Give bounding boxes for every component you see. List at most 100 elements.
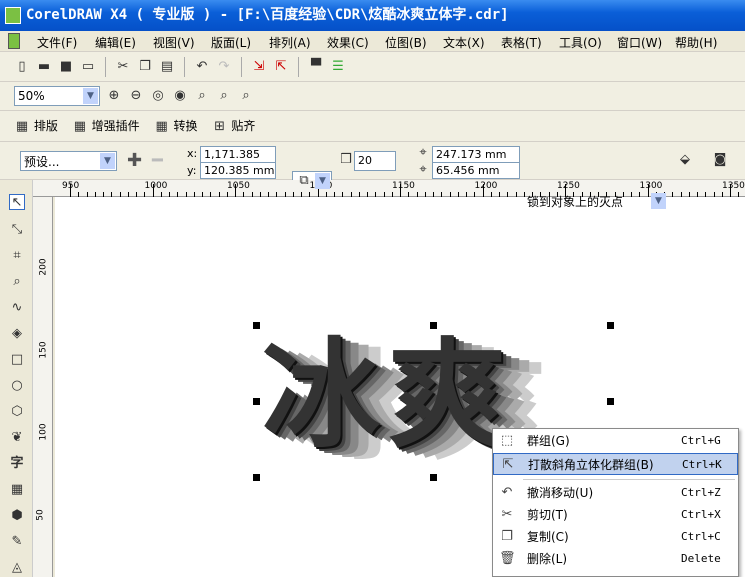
options-icon[interactable]: ☰ [330,59,346,75]
selection-handle[interactable] [253,474,260,481]
zoom-out-icon[interactable]: ⊖ [128,88,144,104]
scissors-icon: ✂ [501,507,513,522]
add-preset-icon[interactable]: ✚ [127,150,142,171]
ellipse-tool-icon[interactable]: ○ [9,378,25,394]
toolbox: ↖ ⤡ ⌗ ⌕ ∿ ◈ □ ○ ⬡ ❦ 字 ▦ ⬢ ✎ ◬ [0,180,33,577]
y-position-input[interactable]: 120.385 mm [200,162,276,179]
ruler-tick [70,184,71,197]
basic-shapes-icon[interactable]: ❦ [9,430,25,446]
ruler-tick-label: 50 [35,508,46,521]
plugin-snap-button[interactable]: ⊞ 贴齐 [212,117,256,135]
preset-select[interactable]: 预设... ▼ [20,151,117,171]
ruler-tick [400,184,401,197]
menu-text[interactable]: 文本(X) [443,34,485,51]
export-icon[interactable]: ⇱ [273,59,289,75]
plugin-layout-button[interactable]: ▦ 排版 [14,117,58,135]
context-menu-item[interactable]: ✂ 剪切(T) Ctrl+X [493,504,738,526]
extrude-lighting-icon[interactable]: ◙ [712,152,728,168]
rectangle-tool-icon[interactable]: □ [9,352,25,368]
toolbar-icon: ▦ [15,119,29,134]
selection-handle[interactable] [430,474,437,481]
freehand-tool-icon[interactable]: ∿ [9,300,25,316]
plugin-label: 转换 [173,119,198,133]
context-menu-item[interactable]: ⇱ 打散斜角立体化群组(B) Ctrl+K [493,453,738,475]
menu-bitmaps[interactable]: 位图(B) [385,34,427,51]
zoom-in-icon[interactable]: ⊕ [106,88,122,104]
menu-separator [523,479,735,480]
zoom-all-icon[interactable]: ◉ [172,88,188,104]
redo-icon[interactable]: ↷ [216,59,232,75]
selection-handle[interactable] [253,398,260,405]
x-label: x: [187,147,198,160]
remove-preset-icon[interactable]: ━ [152,150,163,171]
selection-handle[interactable] [607,398,614,405]
pick-tool-icon[interactable]: ↖ [9,194,25,210]
property-bar: 预设... ▼ ✚ ━ x: y: 1,171.385 mm 120.385 mm… [0,142,745,211]
selection-handle[interactable] [430,322,437,329]
crop-tool-icon[interactable]: ⌗ [9,248,25,264]
polygon-tool-icon[interactable]: ⬡ [9,404,25,420]
smart-fill-icon[interactable]: ◈ [9,326,25,342]
zoom-selected-icon[interactable]: ◎ [150,88,166,104]
zoom-tool-icon[interactable]: ⌕ [9,274,25,290]
ruler-tick-label: 200 [38,258,49,276]
plugin-convert-button[interactable]: ▦ 转换 [154,117,198,135]
zoom-level-select[interactable]: 50% ▼ [14,86,100,106]
menu-help[interactable]: 帮助(H) [675,34,717,51]
break-apart-icon: ⇱ [502,457,514,472]
depth-input[interactable]: 20 [354,151,396,171]
menu-effects[interactable]: 效果(C) [327,34,369,51]
menu-layout[interactable]: 版面(L) [211,34,251,51]
plugin-enhance-button[interactable]: ▦ 增强插件 [72,117,140,135]
plugins-toolbar: ▦ 排版 ▦ 增强插件 ▦ 转换 ⊞ 贴齐 [0,111,745,142]
preset-value: 预设... [24,154,60,169]
scissors-icon[interactable]: ✂ [115,59,131,75]
ruler-tick-label: 100 [38,423,49,441]
zoom-page-icon[interactable]: ⌕ [194,88,210,104]
x-position-input[interactable]: 1,171.385 mm [200,146,276,176]
zoom-height-icon[interactable]: ⌕ [238,88,254,104]
outline-tool-icon[interactable]: ◬ [9,560,25,576]
chevron-down-icon: ▼ [100,153,115,169]
import-icon[interactable]: ⇲ [251,59,267,75]
extrude-tool-icon[interactable]: ⬢ [9,508,25,524]
selection-handle[interactable] [607,322,614,329]
menu-tools[interactable]: 工具(O) [559,34,602,51]
copy-icon: ❐ [501,529,513,544]
menu-view[interactable]: 视图(V) [153,34,195,51]
menu-table[interactable]: 表格(T) [501,34,542,51]
paste-icon[interactable]: ▤ [159,59,175,75]
menu-edit[interactable]: 编辑(E) [95,34,136,51]
menu-window[interactable]: 窗口(W) [617,34,662,51]
print-icon[interactable]: ▭ [80,59,96,75]
context-menu-item[interactable]: ↶ 撤消移动(U) Ctrl+Z [493,482,738,504]
zoom-width-icon[interactable]: ⌕ [216,88,232,104]
extrude-rotation-icon[interactable]: ⬙ [677,152,693,168]
text-tool-icon[interactable]: 字 [9,456,25,472]
menu-arrange[interactable]: 排列(A) [269,34,311,51]
plugin-label: 贴齐 [231,119,256,133]
separator [105,56,106,77]
y-label: y: [187,164,197,177]
context-menu-item[interactable]: ⬚ 群组(G) Ctrl+G [493,430,738,452]
shape-tool-icon[interactable]: ⤡ [9,222,25,238]
extruded-text-object[interactable]: 冰爽 [262,330,514,460]
menu-item-shortcut: Ctrl+C [681,530,721,543]
table-tool-icon[interactable]: ▦ [9,482,25,498]
snap-icon: ⊞ [214,119,225,134]
menu-item-label: 群组(G) [527,434,570,448]
copy-icon[interactable]: ❐ [137,59,153,75]
vanishing-x-input[interactable]: 247.173 mm [432,146,520,163]
save-icon[interactable]: ■ [58,59,74,75]
undo-icon[interactable]: ↶ [194,59,210,75]
context-menu-item[interactable]: ❐ 复制(C) Ctrl+C [493,526,738,548]
menu-file[interactable]: 文件(F) [37,34,77,51]
application-launcher-icon[interactable]: ▀ [308,59,324,75]
selection-handle[interactable] [253,322,260,329]
new-icon[interactable]: ▯ [14,59,30,75]
eyedropper-tool-icon[interactable]: ✎ [9,534,25,550]
context-menu-item[interactable]: 🗑 删除(L) Delete [493,548,738,570]
title-bar: CorelDRAW X4 ( 专业版 ) - [F:\百度经验\CDR\炫酷冰爽… [0,0,745,31]
open-icon[interactable]: ▬ [36,59,52,75]
vanishing-y-input[interactable]: 65.456 mm [432,162,520,179]
